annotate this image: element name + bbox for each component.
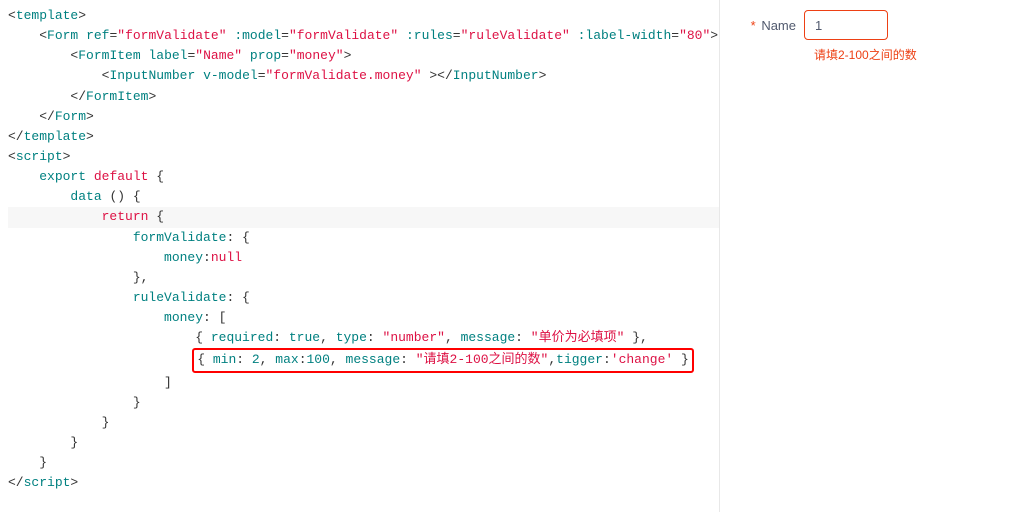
validation-error-message: 请填2-100之间的数 <box>814 46 1008 63</box>
form-label-text: Name <box>761 18 796 33</box>
form-preview-pane: * Name 请填2-100之间的数 <box>720 0 1024 512</box>
highlighted-rule-line: { min: 2, max:100, message: "请填2-100之间的数… <box>8 348 719 372</box>
money-input[interactable] <box>813 17 879 34</box>
required-asterisk: * <box>751 18 756 33</box>
code-editor-pane[interactable]: <template> <Form ref="formValidate" :mod… <box>0 0 720 512</box>
input-number-wrapper[interactable] <box>804 10 888 40</box>
form-label: * Name <box>736 18 796 33</box>
form-item-name: * Name <box>736 10 1008 40</box>
